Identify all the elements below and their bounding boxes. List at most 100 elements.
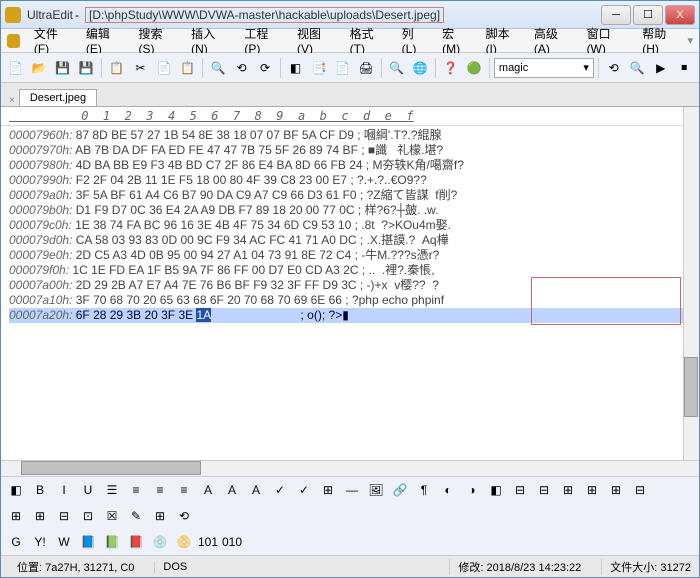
search-tool-5[interactable]: 📕	[125, 531, 147, 553]
menu-collapse-icon[interactable]: ▾	[688, 34, 694, 47]
html-tool-15[interactable]: 🖼	[365, 479, 387, 501]
tool-12[interactable]: 📑	[308, 57, 330, 79]
search-tool-6[interactable]: 💿	[149, 531, 171, 553]
html-tool-14[interactable]: —	[341, 479, 363, 501]
html-tool-8[interactable]: A	[197, 479, 219, 501]
html-tool-16[interactable]: 🔗	[389, 479, 411, 501]
tool-r-3[interactable]: ⏹	[673, 57, 695, 79]
html-tool-0[interactable]: ◧	[5, 479, 27, 501]
search-tool-1[interactable]: Y!	[29, 531, 51, 553]
tool-8[interactable]: 🔍	[207, 57, 229, 79]
html-tool-17[interactable]: ¶	[413, 479, 435, 501]
misc-tool-5[interactable]: ✎	[125, 505, 147, 527]
search-tool-9[interactable]: 010	[221, 531, 243, 553]
tool-4[interactable]: 📋	[106, 57, 128, 79]
html-tool-24[interactable]: ⊞	[581, 479, 603, 501]
html-tool-3[interactable]: U	[77, 479, 99, 501]
status-size-label: 文件大小:	[610, 562, 657, 574]
html-tool-10[interactable]: A	[245, 479, 267, 501]
tool-7[interactable]: 📋	[177, 57, 199, 79]
tool-2[interactable]: 💾	[52, 57, 74, 79]
hex-row[interactable]: 00007960h: 87 8D BE 57 27 1B 54 8E 38 18…	[9, 128, 691, 143]
hex-row[interactable]: 00007990h: F2 2F 04 2B 11 1E F5 18 00 80…	[9, 173, 691, 188]
html-tool-1[interactable]: B	[29, 479, 51, 501]
html-tool-13[interactable]: ⊞	[317, 479, 339, 501]
tool-14[interactable]: 🖨	[355, 57, 377, 79]
scroll-thumb[interactable]	[684, 357, 698, 417]
html-tool-26[interactable]: ⊟	[629, 479, 651, 501]
search-tool-8[interactable]: 101	[197, 531, 219, 553]
tool-3[interactable]: 💾	[76, 57, 98, 79]
html-tool-20[interactable]: ◧	[485, 479, 507, 501]
misc-tool-3[interactable]: ⊡	[77, 505, 99, 527]
tool-16[interactable]: 🌐	[409, 57, 431, 79]
hex-row[interactable]: 000079a0h: 3F 5A BF 61 A4 C6 B7 90 DA C9…	[9, 188, 691, 203]
misc-tool-4[interactable]: ☒	[101, 505, 123, 527]
html-tool-4[interactable]: ☰	[101, 479, 123, 501]
hex-row[interactable]: 00007980h: 4D BA BB E9 F3 4B BD C7 2F 86…	[9, 158, 691, 173]
status-size-value: 31272	[660, 562, 691, 574]
html-tool-19[interactable]: ◑	[461, 479, 483, 501]
html-tool-18[interactable]: ◐	[437, 479, 459, 501]
html-tool-2[interactable]: I	[53, 479, 75, 501]
tool-17[interactable]: ❓	[440, 57, 462, 79]
html-tool-7[interactable]: ≡	[173, 479, 195, 501]
html-tool-9[interactable]: A	[221, 479, 243, 501]
hscroll-thumb[interactable]	[21, 461, 201, 475]
tool-0[interactable]: 📄	[5, 57, 27, 79]
status-pos-label: 位置:	[17, 562, 42, 574]
tool-r-0[interactable]: ⟲	[603, 57, 625, 79]
search-tool-0[interactable]: G	[5, 531, 27, 553]
tool-13[interactable]: 📄	[332, 57, 354, 79]
html-tool-5[interactable]: ≡	[125, 479, 147, 501]
misc-tool-7[interactable]: ⟲	[173, 505, 195, 527]
tool-18[interactable]: 🟢	[463, 57, 485, 79]
minimize-button[interactable]: ─	[601, 5, 631, 25]
close-button[interactable]: X	[665, 5, 695, 25]
vertical-scrollbar[interactable]	[683, 107, 699, 460]
hex-row[interactable]: 000079e0h: 2D C5 A3 4D 0B 95 00 94 27 A1…	[9, 248, 691, 263]
tool-9[interactable]: ⟲	[231, 57, 253, 79]
misc-tool-1[interactable]: ⊞	[29, 505, 51, 527]
hex-row[interactable]: 00007970h: AB 7B DA DF FA ED FE 47 47 7B…	[9, 143, 691, 158]
hex-row[interactable]: 00007a00h: 2D 29 2B A7 E7 A4 7E 76 B6 BF…	[9, 278, 691, 293]
tool-15[interactable]: 🔍	[386, 57, 408, 79]
html-tool-6[interactable]: ≡	[149, 479, 171, 501]
html-tool-21[interactable]: ⊟	[509, 479, 531, 501]
hex-row[interactable]: 00007a10h: 3F 70 68 70 20 65 63 68 6F 20…	[9, 293, 691, 308]
html-tool-22[interactable]: ⊟	[533, 479, 555, 501]
misc-tool-6[interactable]: ⊞	[149, 505, 171, 527]
html-tool-11[interactable]: ✓	[269, 479, 291, 501]
search-tool-3[interactable]: 📘	[77, 531, 99, 553]
html-tool-12[interactable]: ✓	[293, 479, 315, 501]
menubar: 文件(F) 编辑(E) 搜索(S) 插入(N) 工程(P) 视图(V) 格式(T…	[1, 29, 699, 53]
hex-editor[interactable]: 0 1 2 3 4 5 6 7 8 9 a b c d e f 00007960…	[1, 107, 699, 460]
tab-close-icon[interactable]: ×	[5, 95, 19, 106]
app-icon	[5, 7, 21, 23]
tool-1[interactable]: 📂	[29, 57, 51, 79]
tool-10[interactable]: ⟳	[254, 57, 276, 79]
misc-tool-2[interactable]: ⊟	[53, 505, 75, 527]
hex-column-header: 0 1 2 3 4 5 6 7 8 9 a b c d e f	[1, 107, 699, 126]
search-tool-2[interactable]: W	[53, 531, 75, 553]
horizontal-scrollbar[interactable]	[1, 460, 699, 476]
tool-r-2[interactable]: ▶	[650, 57, 672, 79]
maximize-button[interactable]: ☐	[633, 5, 663, 25]
tool-6[interactable]: 📄	[153, 57, 175, 79]
search-tool-4[interactable]: 📗	[101, 531, 123, 553]
hex-row[interactable]: 00007a20h: 6F 28 29 3B 20 3F 3E 1A ; o()…	[9, 308, 691, 323]
hex-row[interactable]: 000079d0h: CA 58 03 93 83 0D 00 9C F9 34…	[9, 233, 691, 248]
syntax-combo[interactable]: magic▾	[494, 58, 594, 78]
tab-file[interactable]: Desert.jpeg	[19, 89, 97, 106]
hex-row[interactable]: 000079b0h: D1 F9 D7 0C 36 E4 2A A9 DB F7…	[9, 203, 691, 218]
tool-r-1[interactable]: 🔍	[626, 57, 648, 79]
status-mod-label: 修改:	[458, 562, 483, 574]
hex-row[interactable]: 000079c0h: 1E 38 74 FA BC 96 16 3E 4B 4F…	[9, 218, 691, 233]
misc-tool-0[interactable]: ⊞	[5, 505, 27, 527]
hex-row[interactable]: 000079f0h: 1C 1E FD EA 1F B5 9A 7F 86 FF…	[9, 263, 691, 278]
search-tool-7[interactable]: 📀	[173, 531, 195, 553]
html-tool-25[interactable]: ⊞	[605, 479, 627, 501]
tool-11[interactable]: ◧	[285, 57, 307, 79]
tool-5[interactable]: ✂	[130, 57, 152, 79]
html-tool-23[interactable]: ⊞	[557, 479, 579, 501]
